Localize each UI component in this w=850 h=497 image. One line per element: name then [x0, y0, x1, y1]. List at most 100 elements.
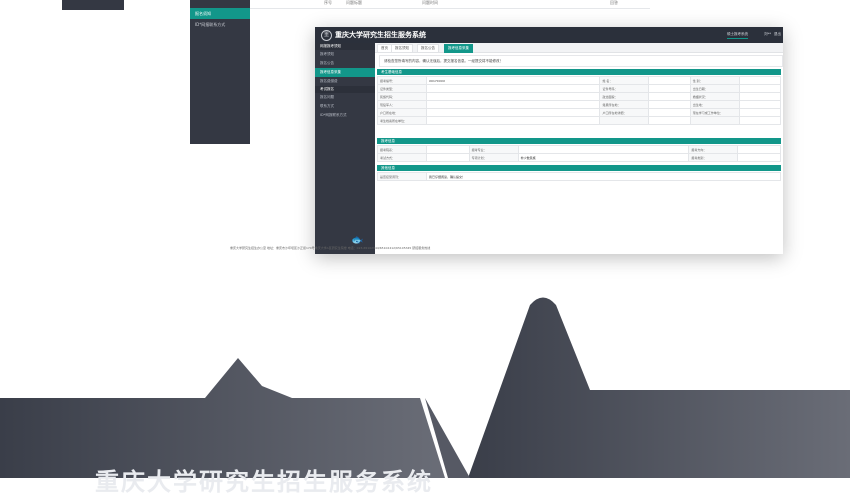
back-sidebar-item[interactable]: 报名须知	[190, 8, 250, 19]
table-row: 是否接受调剂： 我已仔细阅读，确认提交！	[377, 172, 781, 181]
field-label: 出生地：	[689, 100, 740, 109]
field-label: 是否接受调剂：	[377, 172, 427, 181]
sidebar-item-notice[interactable]: 报考须知	[315, 50, 375, 59]
footer: 重庆大学研究生招生办公室 地址：重庆市沙坪坝区沙正街174号重庆大学A区研究生院…	[230, 246, 430, 250]
field-label: 户口所在地：	[377, 108, 427, 117]
back-header-cell: 序号	[324, 0, 332, 5]
mountain-left	[0, 358, 445, 478]
back-table-header: 序号 问题标题 问题时间 回答	[250, 0, 650, 9]
section-other-info: 其他信息	[377, 165, 781, 171]
top-link-logout[interactable]: 退出	[774, 32, 781, 37]
table-row: 报考院系： 报考专业： 报考方向：	[377, 145, 781, 154]
sidebar: 网报报考须知 报考须知 报名公告 报考信息采集 报名费缴费 考试报名 报名问题 …	[315, 43, 375, 254]
field-label: 姓 名：	[599, 76, 650, 85]
university-logo-icon: 重	[321, 30, 332, 41]
field-label: 户口所在地详细：	[599, 108, 650, 117]
field-value[interactable]	[517, 145, 690, 154]
tab-info-collection[interactable]: 报考信息采集	[444, 44, 473, 53]
field-value[interactable]	[738, 76, 782, 85]
footer-text: 重庆大学研究生招生办公室 地址：重庆市沙坪坝区沙正街174号重庆大学A区研究生院…	[230, 246, 431, 250]
top-link-user[interactable]: 刘**	[764, 32, 771, 37]
other-info-table: 是否接受调剂： 我已仔细阅读，确认提交！	[377, 172, 781, 181]
field-value[interactable]	[425, 84, 601, 93]
field-label: 性 别：	[689, 76, 740, 85]
field-label: 专项计划：	[468, 153, 519, 162]
field-value[interactable]	[648, 92, 691, 101]
exam-info-table: 报考院系： 报考专业： 报考方向： 考试方式： 专项计划： 非少数民族 报考类别：	[377, 145, 781, 162]
field-label: 报考方向：	[688, 145, 739, 154]
sidebar-item-info-collection[interactable]: 报考信息采集	[315, 68, 375, 77]
field-value[interactable]	[426, 145, 470, 154]
back-header-cell: 问题标题	[346, 0, 362, 5]
field-value[interactable]	[425, 116, 601, 125]
field-value[interactable]	[738, 116, 782, 125]
field-label: 现役军人：	[377, 100, 427, 109]
field-value[interactable]	[648, 84, 691, 93]
sidebar-group-exam[interactable]: 考试报名	[315, 86, 375, 93]
top-bar: 重 重庆大学研究生招生服务系统 硕士报考系统 刘** 退出	[315, 27, 783, 43]
back-header-cell: 问题时间	[422, 0, 438, 5]
field-value[interactable]	[738, 108, 782, 117]
notice-banner: 请检查您所填写的内容，确认无误后，提交报名信息。一经提交将不能修改！	[379, 55, 783, 67]
field-value[interactable]	[426, 153, 470, 162]
tab-bar: 首页 报名须知 报名公告 报考信息采集	[375, 43, 783, 53]
field-label: 现在学习或工作单位：	[689, 108, 740, 117]
table-row: 证件类型： 证件号码： 出生日期：	[377, 84, 782, 93]
field-value[interactable]	[425, 108, 601, 117]
section-exam-info: 报考信息	[377, 138, 781, 144]
field-value[interactable]	[738, 100, 782, 109]
table-row: 现役军人： 籍贯所在地： 出生地：	[377, 100, 782, 109]
field-value[interactable]	[737, 145, 781, 154]
sidebar-item-announcement[interactable]: 报名公告	[315, 59, 375, 68]
field-value[interactable]	[425, 100, 601, 109]
content-area: 首页 报名须知 报名公告 报考信息采集 请检查您所填写的内容，确认无误后，提交报…	[375, 43, 783, 254]
field-label: 证件号码：	[599, 84, 650, 93]
section-basic-info: 考生基础信息	[377, 69, 781, 75]
field-value[interactable]	[648, 76, 691, 85]
table-row: 考试方式： 专项计划： 非少数民族 报考类别：	[377, 153, 781, 162]
sidebar-item-net-contact[interactable]: ID*网报联系方式	[315, 111, 375, 120]
field-value[interactable]: 我已仔细阅读，确认提交！	[426, 172, 781, 181]
field-value[interactable]	[648, 108, 691, 117]
tab-notice[interactable]: 报名须知	[391, 44, 413, 53]
field-value[interactable]	[737, 153, 781, 162]
mountain-right	[468, 297, 850, 478]
field-value[interactable]	[738, 92, 782, 101]
field-label: 考生档案所在单位：	[377, 116, 427, 125]
sidebar-item-fee[interactable]: 报名费缴费	[315, 77, 375, 86]
table-row: 户口所在地： 户口所在地详细： 现在学习或工作单位：	[377, 108, 782, 117]
main-window: 重 重庆大学研究生招生服务系统 硕士报考系统 刘** 退出 网报报考须知 报考须…	[315, 27, 783, 254]
field-value[interactable]	[425, 92, 601, 101]
field-value[interactable]	[648, 116, 691, 125]
top-link-system[interactable]: 硕士报考系统	[727, 32, 748, 39]
field-value[interactable]: 非少数民族	[517, 153, 690, 162]
back-sidebar-item[interactable]: ID*网报联系方式	[190, 19, 250, 30]
field-value[interactable]	[738, 84, 782, 93]
field-label	[689, 116, 740, 125]
app-title: 重庆大学研究生招生服务系统	[335, 31, 426, 39]
back-left-panel	[62, 0, 124, 10]
fish-mascot-icon: 🐟	[351, 235, 364, 246]
sidebar-group-registration[interactable]: 网报报考须知	[315, 43, 375, 50]
field-label: 证件类型：	[377, 84, 427, 93]
basic-info-table: 报考编号： X017XXXX 姓 名：性 别： 证件类型： 证件号码： 出生日期： 民族代码…	[377, 76, 782, 125]
field-label: 报考专业：	[468, 145, 519, 154]
back-sidebar: 报名须知 ID*网报联系方式 🐟	[190, 0, 373, 144]
table-row: 考生档案所在单位：	[377, 116, 782, 125]
tab-announcement[interactable]: 报名公告	[417, 44, 439, 53]
sidebar-item-contact[interactable]: 联系方式	[315, 102, 375, 111]
field-label: 民族代码：	[377, 92, 427, 101]
tab-home[interactable]: 首页	[377, 44, 392, 53]
field-label: 考试方式：	[377, 153, 427, 162]
field-label: 婚姻状况：	[689, 92, 740, 101]
table-row: 报考编号： X017XXXX 姓 名： 性 别：	[377, 76, 782, 85]
field-label: 政治面貌：	[599, 92, 650, 101]
hero-title: 重庆大学研究生招生服务系统	[95, 468, 433, 496]
table-row: 民族代码： 政治面貌： 婚姻状况：	[377, 92, 782, 101]
field-label: 报考编号：	[377, 76, 427, 85]
field-label: 籍贯所在地：	[599, 100, 650, 109]
field-label	[599, 116, 650, 125]
field-value[interactable]: X017XXXX	[425, 76, 601, 85]
sidebar-item-questions[interactable]: 报名问题	[315, 93, 375, 102]
field-value[interactable]	[648, 100, 691, 109]
